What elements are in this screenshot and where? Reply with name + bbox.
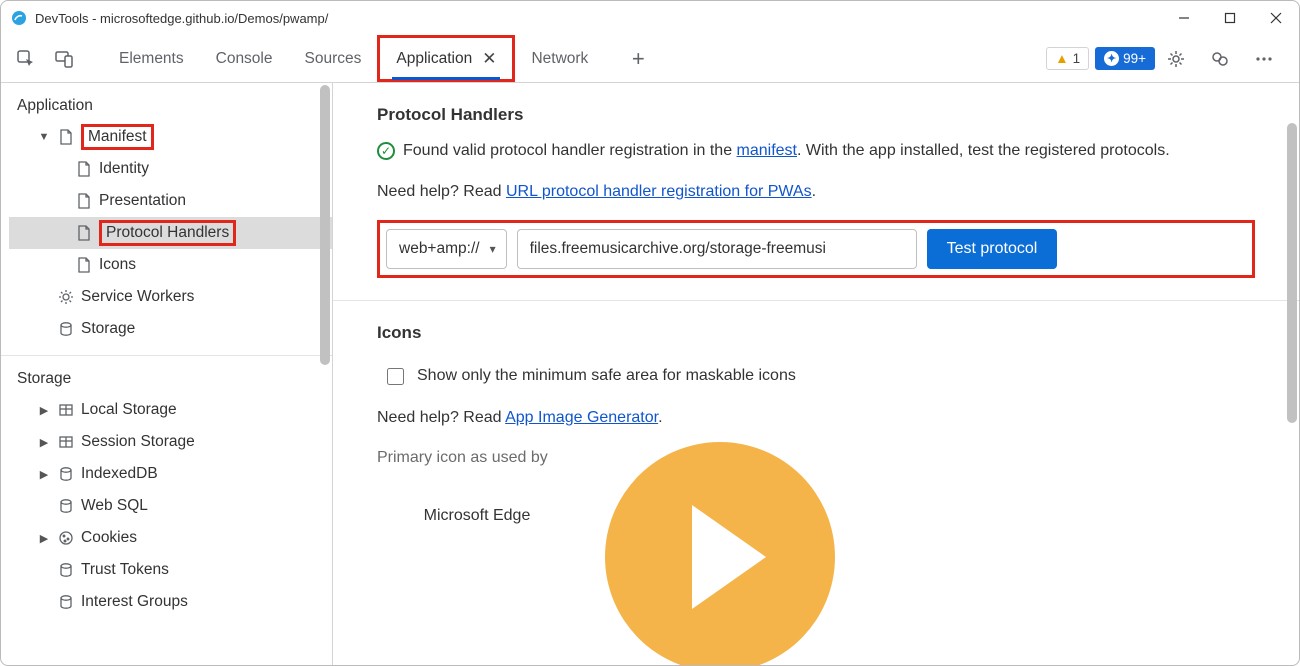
primary-icon-label: Primary icon as used by — [377, 446, 577, 470]
protocol-controls: web+amp:// ▾ Test protocol — [377, 220, 1255, 278]
sidebar-item-trust-tokens[interactable]: Trust Tokens — [9, 554, 332, 586]
primary-icon-sub: Microsoft Edge — [377, 504, 577, 528]
database-icon — [57, 320, 75, 338]
play-icon — [692, 505, 766, 609]
feedback-icon[interactable] — [1205, 44, 1235, 74]
manifest-link[interactable]: manifest — [737, 142, 797, 159]
window-controls — [1161, 1, 1299, 35]
database-icon — [57, 593, 75, 611]
close-button[interactable] — [1253, 1, 1299, 35]
info-icon: ✦ — [1104, 51, 1119, 66]
table-icon — [57, 433, 75, 451]
close-tab-icon[interactable]: ✕ — [482, 49, 496, 69]
sidebar-item-manifest[interactable]: ▼ Manifest — [9, 121, 332, 153]
application-sidebar: Application ▼ Manifest Identity Presenta… — [1, 83, 333, 665]
sidebar-item-interest-groups[interactable]: Interest Groups — [9, 586, 332, 618]
protocol-valid-row: ✓ Found valid protocol handler registrat… — [377, 139, 1255, 164]
sidebar-item-indexeddb[interactable]: ▶ IndexedDB — [9, 458, 332, 490]
devtools-icon — [11, 10, 27, 26]
database-icon — [57, 561, 75, 579]
add-tab-button[interactable]: + — [622, 43, 654, 75]
warnings-badge[interactable]: ▲ 1 — [1046, 47, 1089, 70]
table-icon — [57, 401, 75, 419]
sidebar-item-identity[interactable]: Identity — [9, 153, 332, 185]
application-content: Protocol Handlers ✓ Found valid protocol… — [333, 83, 1299, 665]
device-toggle-icon[interactable] — [49, 44, 79, 74]
protocol-help-link[interactable]: URL protocol handler registration for PW… — [506, 183, 812, 200]
tab-elements[interactable]: Elements — [103, 35, 200, 82]
primary-icon-row: Primary icon as used by Microsoft Edge — [377, 446, 1255, 665]
protocol-handlers-heading: Protocol Handlers — [377, 105, 1255, 125]
icons-help-link[interactable]: App Image Generator — [505, 409, 658, 426]
tab-console[interactable]: Console — [200, 35, 289, 82]
chevron-down-icon: ▾ — [490, 242, 496, 256]
sidebar-item-cookies[interactable]: ▶ Cookies — [9, 522, 332, 554]
tab-application[interactable]: Application ✕ — [377, 35, 515, 82]
window-title: DevTools - microsoftedge.github.io/Demos… — [35, 11, 328, 26]
gear-icon — [57, 288, 75, 306]
sidebar-item-websql[interactable]: Web SQL — [9, 490, 332, 522]
file-icon — [75, 224, 93, 242]
file-icon — [75, 160, 93, 178]
sidebar-item-protocol-handlers[interactable]: Protocol Handlers — [9, 217, 332, 249]
sidebar-item-session-storage[interactable]: ▶ Session Storage — [9, 426, 332, 458]
sidebar-scrollbar[interactable] — [318, 83, 332, 665]
test-protocol-button[interactable]: Test protocol — [927, 229, 1058, 269]
titlebar: DevTools - microsoftedge.github.io/Demos… — [1, 1, 1299, 35]
checkmark-icon: ✓ — [377, 142, 395, 160]
sidebar-item-icons[interactable]: Icons — [9, 249, 332, 281]
icons-help-row: Need help? Read App Image Generator. — [377, 406, 1255, 430]
file-icon — [57, 128, 75, 146]
messages-badge[interactable]: ✦ 99+ — [1095, 47, 1155, 70]
file-icon — [75, 192, 93, 210]
section-divider — [333, 300, 1299, 301]
icons-heading: Icons — [377, 323, 1255, 343]
protocol-url-input[interactable] — [517, 229, 917, 269]
more-icon[interactable] — [1249, 44, 1279, 74]
file-icon — [75, 256, 93, 274]
settings-icon[interactable] — [1161, 44, 1191, 74]
maskable-safe-area-checkbox[interactable]: Show only the minimum safe area for mask… — [377, 357, 1255, 402]
tab-sources[interactable]: Sources — [289, 35, 378, 82]
section-application: Application — [1, 83, 332, 121]
section-storage: Storage — [1, 356, 332, 394]
tab-network[interactable]: Network — [515, 35, 604, 82]
expand-icon[interactable]: ▶ — [37, 468, 51, 481]
database-icon — [57, 465, 75, 483]
maximize-button[interactable] — [1207, 1, 1253, 35]
devtools-tabstrip: Elements Console Sources Application ✕ N… — [1, 35, 1299, 83]
inspect-icon[interactable] — [11, 44, 41, 74]
expand-icon[interactable]: ▶ — [37, 436, 51, 449]
expand-icon[interactable]: ▶ — [37, 532, 51, 545]
sidebar-item-storage-app[interactable]: Storage — [9, 313, 332, 345]
sidebar-item-service-workers[interactable]: Service Workers — [9, 281, 332, 313]
protocol-scheme-select[interactable]: web+amp:// ▾ — [386, 229, 507, 269]
database-icon — [57, 497, 75, 515]
expand-icon[interactable]: ▶ — [37, 404, 51, 417]
app-icon-preview — [605, 442, 835, 665]
checkbox-input[interactable] — [387, 368, 404, 385]
warning-icon: ▲ — [1055, 51, 1068, 66]
sidebar-item-local-storage[interactable]: ▶ Local Storage — [9, 394, 332, 426]
protocol-help-row: Need help? Read URL protocol handler reg… — [377, 180, 1255, 204]
minimize-button[interactable] — [1161, 1, 1207, 35]
sidebar-item-presentation[interactable]: Presentation — [9, 185, 332, 217]
cookie-icon — [57, 529, 75, 547]
content-scrollbar[interactable] — [1285, 83, 1299, 665]
expand-icon[interactable]: ▼ — [37, 131, 51, 143]
